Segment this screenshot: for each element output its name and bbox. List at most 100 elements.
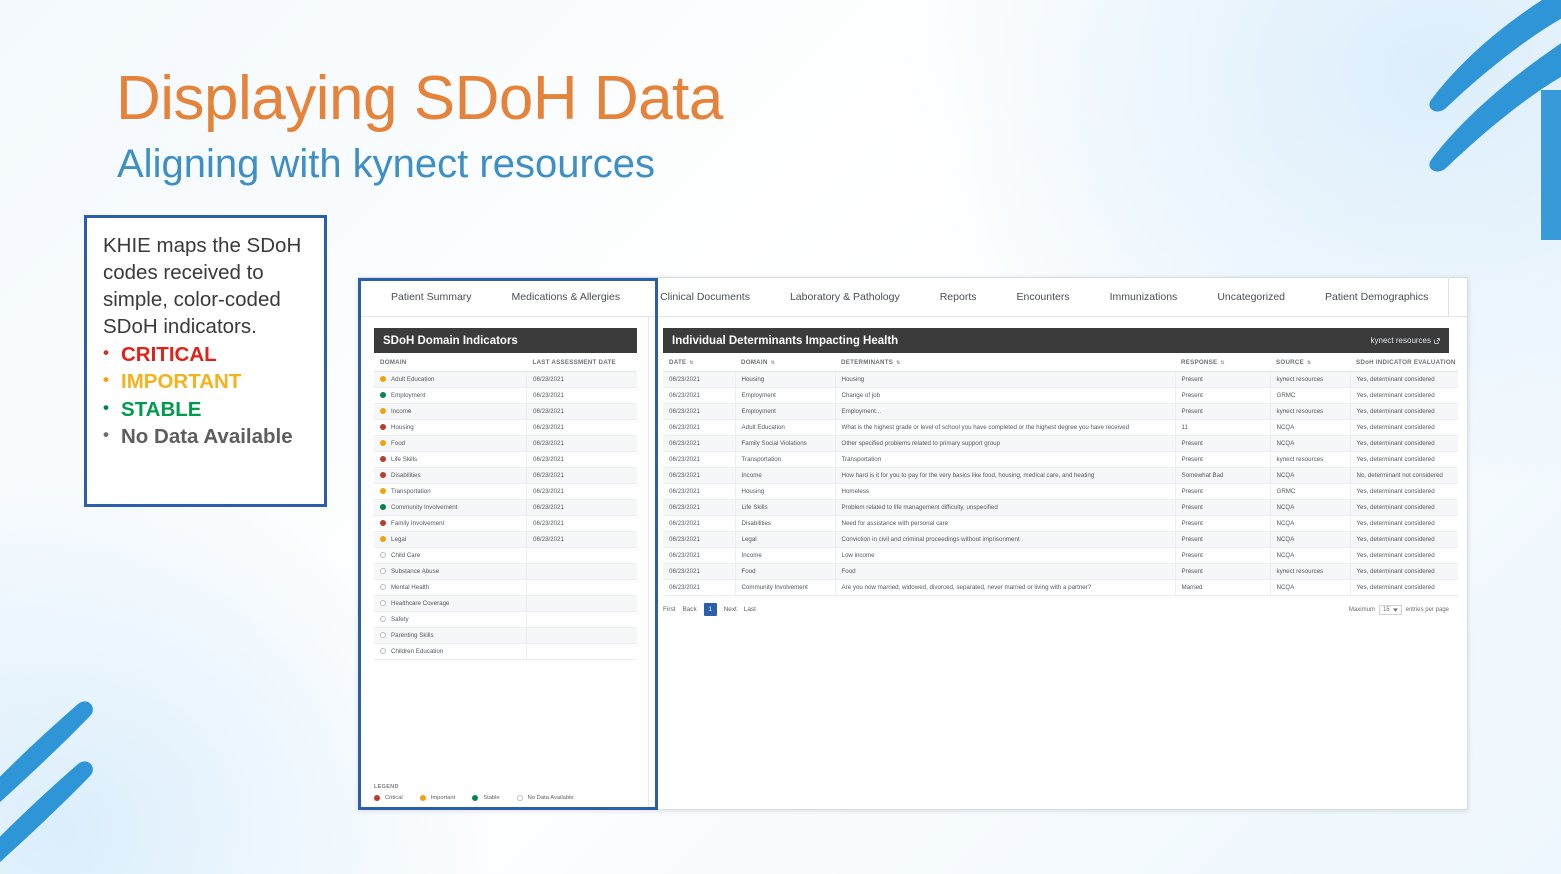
column-header[interactable]: DOMAIN ⇅ — [735, 353, 835, 372]
last-assessment-date: 06/23/2021 — [526, 499, 637, 516]
status-dot-nodata-icon — [380, 551, 386, 558]
evaluation-cell: Yes, determinant considered — [1349, 515, 1458, 532]
table-row[interactable]: 06/23/2021 Family Social Violations Other … — [663, 435, 1458, 452]
individual-determinants-panel: Individual Determinants Impacting Health… — [649, 317, 1467, 809]
table-row[interactable]: 06/23/2021 Employment Change of job Present… — [663, 387, 1458, 404]
legend-item: Critical — [374, 794, 403, 801]
tab-clinical-documents[interactable]: Clinical Documents — [640, 278, 770, 316]
domain-label: Family Involvement — [391, 520, 445, 527]
column-header[interactable]: SOURCE ⇅ — [1270, 353, 1350, 372]
tab-patient-summary[interactable]: Patient Summary — [371, 278, 492, 316]
table-row[interactable]: Family Involvement 06/23/2021 — [374, 515, 637, 532]
tab-encounters[interactable]: Encounters — [996, 278, 1089, 316]
date-cell: 06/23/2021 — [663, 579, 735, 596]
table-row[interactable]: 06/23/2021 Legal Conviction in civil and c… — [663, 531, 1458, 548]
status-dot-nodata-icon — [380, 631, 386, 638]
callout-item-label: STABLE — [121, 397, 202, 421]
table-row[interactable]: Life Skills 06/23/2021 — [374, 451, 637, 468]
table-row[interactable]: Children Education — [374, 643, 637, 660]
status-dot-stable-icon — [380, 391, 386, 398]
date-cell: 06/23/2021 — [663, 563, 735, 580]
right-panel-title: Individual Determinants Impacting Health — [672, 334, 899, 347]
table-row[interactable]: Employment 06/23/2021 — [374, 387, 637, 404]
date-cell: 06/23/2021 — [663, 371, 735, 388]
pagination-next-button[interactable]: Next — [724, 606, 737, 613]
table-row[interactable]: Housing 06/23/2021 — [374, 419, 637, 436]
table-row[interactable]: 06/23/2021 Disabilities Need for assistanc… — [663, 515, 1458, 532]
table-row[interactable]: Substance Abuse — [374, 563, 637, 580]
table-row[interactable]: Child Care — [374, 547, 637, 564]
kynect-resources-link[interactable]: kynect resources — [1371, 336, 1440, 345]
table-row[interactable]: 06/23/2021 Employment Employment... Present… — [663, 403, 1458, 420]
table-row[interactable]: 06/23/2021 Food Food Present kynect resource… — [663, 563, 1458, 580]
callout-list-item: • No Data Available — [103, 424, 310, 450]
legend-items: Critical Important Stable No Data Available — [374, 794, 637, 801]
per-page-select[interactable]: 15 — [1378, 604, 1402, 615]
source-cell: kynect resources — [1269, 371, 1350, 388]
pagination-last-button[interactable]: Last — [744, 606, 756, 613]
response-cell: Present — [1174, 371, 1270, 388]
pagination-back-button[interactable]: Back — [682, 606, 696, 613]
tab-laboratory-pathology[interactable]: Laboratory & Pathology — [770, 278, 920, 316]
column-header[interactable]: RESPONSE ⇅ — [1175, 353, 1270, 372]
tab-patient-demographics[interactable]: Patient Demographics — [1305, 278, 1448, 316]
table-row[interactable]: Safety — [374, 611, 637, 628]
source-cell: NCQA — [1269, 579, 1350, 596]
pagination-current-page[interactable]: 1 — [703, 603, 717, 616]
tab-immunizations[interactable]: Immunizations — [1090, 278, 1198, 316]
table-row[interactable]: Mental Health — [374, 579, 637, 596]
tab-reports[interactable]: Reports — [920, 278, 997, 316]
tab-sdoh[interactable]: SDoH — [1448, 278, 1467, 316]
date-cell: 06/23/2021 — [663, 547, 735, 564]
status-dot-stable-icon — [472, 794, 479, 801]
table-row[interactable]: 06/23/2021 Income How hard is it for you t… — [663, 467, 1458, 484]
pagination-first-button[interactable]: First — [663, 606, 675, 613]
source-cell: NCQA — [1269, 435, 1350, 452]
status-dot-stable-icon — [380, 503, 386, 510]
external-link-icon — [1434, 337, 1440, 344]
determinant-cell: Homeless — [834, 483, 1175, 500]
table-row[interactable]: Adult Education 06/23/2021 — [374, 371, 637, 388]
callout-list-item: • STABLE — [103, 397, 310, 423]
column-header[interactable]: DATE ⇅ — [663, 353, 735, 372]
sort-icon: ⇅ — [1306, 360, 1312, 366]
response-cell: 11 — [1174, 419, 1270, 436]
determinants-table: DATE ⇅ DOMAIN ⇅ DETERMINANTS ⇅ RESPONSE ⇅ SOURCE… — [663, 353, 1458, 596]
table-row[interactable]: Healthcare Coverage — [374, 595, 637, 612]
last-assessment-date: 06/23/2021 — [526, 387, 637, 404]
table-row[interactable]: 06/23/2021 Transportation Transportation Pr… — [663, 451, 1458, 468]
per-page-suffix-label: entries per page — [1405, 606, 1449, 613]
table-row[interactable]: Transportation 06/23/2021 — [374, 483, 637, 500]
table-row[interactable]: 06/23/2021 Community Involvement Are you n… — [663, 579, 1458, 596]
domain-cell: Employment — [734, 403, 835, 420]
response-cell: Somewhat Bad — [1174, 467, 1270, 484]
sdoh-domain-indicators-panel: SDoH Domain Indicators DOMAIN LAST ASSESS… — [359, 317, 649, 809]
response-cell: Present — [1174, 387, 1270, 404]
table-row[interactable]: 06/23/2021 Income Low income Present NCQA Yes… — [663, 547, 1458, 564]
evaluation-cell: Yes, determinant considered — [1349, 579, 1458, 596]
last-assessment-date: 06/23/2021 — [526, 515, 637, 532]
table-row[interactable]: 06/23/2021 Life Skills Problem related to … — [663, 499, 1458, 516]
determinant-cell: Change of job — [834, 387, 1175, 404]
response-cell: Present — [1174, 531, 1270, 548]
table-row[interactable]: Parenting Skills — [374, 627, 637, 644]
navigation-tab-bar: Patient Summary Medications & Allergies Cl… — [359, 278, 1467, 317]
table-row[interactable]: Disabilities 06/23/2021 — [374, 467, 637, 484]
table-row[interactable]: Income 06/23/2021 — [374, 403, 637, 420]
table-row[interactable]: 06/23/2021 Adult Education What is the hig… — [663, 419, 1458, 436]
tab-uncategorized[interactable]: Uncategorized — [1197, 278, 1305, 316]
table-row[interactable]: Legal 06/23/2021 — [374, 531, 637, 548]
table-row[interactable]: 06/23/2021 Housing Homeless Present GRMC Yes,… — [663, 483, 1458, 500]
evaluation-cell: Yes, determinant considered — [1349, 547, 1458, 564]
tab-medications-allergies[interactable]: Medications & Allergies — [492, 278, 641, 316]
callout-item-label: CRITICAL — [121, 343, 217, 367]
decorative-swoosh-bottom-left — [0, 701, 93, 863]
column-header[interactable]: DETERMINANTS ⇅ — [835, 353, 1175, 372]
domain-cell: Employment — [734, 387, 835, 404]
table-row[interactable]: 06/23/2021 Housing Housing Present kynect re… — [663, 371, 1458, 388]
table-row[interactable]: Community Involvement 06/23/2021 — [374, 499, 637, 516]
column-header[interactable]: SDoH INDICATOR EVALUATION⇅ — [1350, 353, 1458, 372]
determinant-cell: Low income — [834, 547, 1175, 564]
domain-label: Parenting Skills — [391, 632, 434, 639]
table-row[interactable]: Food 06/23/2021 — [374, 435, 637, 452]
